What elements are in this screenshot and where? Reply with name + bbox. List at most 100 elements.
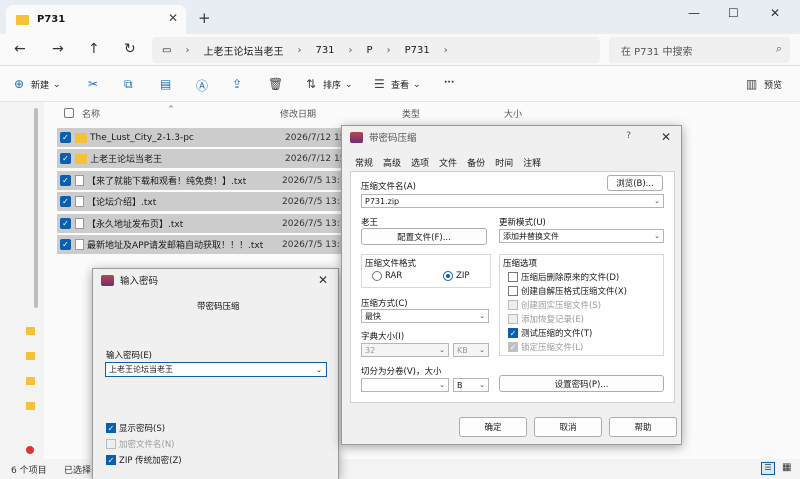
help-icon[interactable]: ?	[626, 131, 631, 141]
copy-icon[interactable]: ⧉	[124, 77, 133, 92]
forward-arrow-icon[interactable]: →	[52, 41, 64, 57]
zip-legacy-checkbox[interactable]: ✓ ZIP 传统加密(Z)	[106, 454, 182, 466]
chevron-down-icon[interactable]: ⌄	[654, 232, 660, 240]
close-tab-icon[interactable]: ✕	[168, 11, 178, 25]
file-name: The_Lust_City_2-1.3-pc	[90, 132, 194, 143]
update-mode-label: 更新模式(U)	[499, 218, 546, 228]
view-button[interactable]: 查看 ⌄	[391, 78, 421, 92]
chevron-down-icon[interactable]: ⌄	[479, 346, 485, 354]
table-row[interactable]: ✓ 上老王论坛当老王 2026/7/12 15	[57, 149, 347, 168]
archive-name-input[interactable]: P731.zip ⌄	[361, 194, 664, 208]
address-bar[interactable]: ▭ › 上老王论坛当老王 › 731 › P › P731 ›	[152, 37, 600, 63]
new-button[interactable]: 新建 ⌄	[31, 78, 61, 92]
profiles-button[interactable]: 配置文件(F)...	[361, 228, 487, 245]
browse-button[interactable]: 浏览(B)...	[607, 175, 663, 191]
chevron-down-icon[interactable]: ⌄	[316, 366, 322, 374]
tab-general[interactable]: 常规	[350, 156, 378, 169]
tab-advanced[interactable]: 高级	[378, 156, 406, 169]
format-rar-radio[interactable]: RAR	[372, 271, 402, 281]
tab-time[interactable]: 时间	[490, 156, 518, 169]
table-row[interactable]: ✓ 【永久地址发布页】.txt 2026/7/5 13:1	[57, 214, 347, 233]
split-size-input[interactable]: ⌄	[361, 378, 449, 392]
breadcrumb-3[interactable]: P731	[405, 45, 430, 56]
option-delete-after[interactable]: 压缩后删除原来的文件(D)	[508, 271, 619, 283]
column-type[interactable]: 类型	[402, 102, 420, 124]
chevron-down-icon[interactable]: ⌄	[654, 197, 660, 205]
chevron-down-icon[interactable]: ⌄	[439, 346, 445, 354]
breadcrumb-1[interactable]: 731	[315, 45, 334, 56]
split-unit-select[interactable]: B ⌄	[453, 378, 489, 392]
new-icon: ⊕	[14, 77, 25, 91]
column-date[interactable]: 修改日期	[280, 102, 316, 124]
password-input[interactable]: 上老王论坛当老王 ⌄	[105, 362, 327, 377]
tab-p731[interactable]: P731 ✕	[6, 5, 186, 34]
table-row[interactable]: ✓ 最新地址及APP请发邮箱自动获取！！！.txt 2026/7/5 13:1	[57, 235, 347, 254]
paste-icon[interactable]: ▤	[160, 77, 171, 91]
breadcrumb-2[interactable]: P	[367, 45, 373, 56]
breadcrumb-0[interactable]: 上老王论坛当老王	[203, 43, 283, 58]
delete-icon[interactable]: 🗑	[268, 77, 283, 91]
tab-backup[interactable]: 备份	[462, 156, 490, 169]
tab-comment[interactable]: 注释	[518, 156, 546, 169]
close-icon[interactable]: ✕	[318, 273, 328, 287]
back-arrow-icon[interactable]: ←	[14, 41, 26, 57]
checkbox-checked[interactable]: ✓	[60, 218, 71, 229]
option-create-sfx[interactable]: 创建自解压格式压缩文件(X)	[508, 285, 627, 297]
archive-name-label: 压缩文件名(A)	[361, 182, 416, 192]
dictionary-select[interactable]: 32 ⌄	[361, 343, 449, 357]
table-row[interactable]: ✓ The_Lust_City_2-1.3-pc 2026/7/12 15	[57, 128, 347, 147]
tab-title: P731	[37, 14, 66, 25]
checkbox-checked[interactable]: ✓	[60, 132, 71, 143]
ok-button[interactable]: 确定	[459, 417, 527, 437]
checkbox-checked[interactable]: ✓	[60, 153, 71, 164]
tab-files[interactable]: 文件	[434, 156, 462, 169]
navigation-pane[interactable]	[0, 102, 44, 459]
chevron-down-icon[interactable]: ⌄	[439, 381, 445, 389]
encrypt-filenames-checkbox[interactable]: 加密文件名(N)	[106, 438, 175, 450]
close-window-icon[interactable]: ✕	[770, 6, 780, 20]
file-date: 2026/7/5 13:1	[282, 239, 346, 250]
option-lock-archive[interactable]: ✓ 锁定压缩文件(L)	[508, 341, 583, 353]
tiles-view-icon[interactable]: ▦	[782, 462, 791, 473]
rename-icon[interactable]: Ⓐ	[196, 77, 208, 94]
dialog-tabs: 常规 高级 选项 文件 备份 时间 注释	[350, 156, 546, 169]
chevron-down-icon[interactable]: ⌄	[479, 312, 485, 320]
preview-button[interactable]: 预览	[764, 78, 782, 91]
set-password-button[interactable]: 设置密码(P)...	[499, 375, 664, 392]
close-icon[interactable]: ✕	[661, 130, 671, 144]
table-row[interactable]: ✓ 【来了就能下载和观看！纯免费！】.txt 2026/7/5 13:1	[57, 171, 347, 190]
show-password-checkbox[interactable]: ✓ 显示密码(S)	[106, 422, 165, 434]
share-icon[interactable]: ⇪	[232, 77, 242, 91]
minimize-icon[interactable]: —	[688, 6, 700, 20]
checkbox-checked[interactable]: ✓	[60, 239, 71, 250]
selection-status: 已选择	[64, 465, 92, 476]
tab-options[interactable]: 选项	[406, 156, 434, 169]
drive-icon	[26, 446, 34, 454]
column-size[interactable]: 大小	[504, 102, 522, 124]
option-recovery-record[interactable]: 添加恢复记录(E)	[508, 313, 584, 325]
search-input[interactable]: 在 P731 中搜索 ⌕	[609, 37, 790, 63]
checkbox-checked[interactable]: ✓	[60, 196, 71, 207]
sort-button[interactable]: 排序 ⌄	[323, 78, 353, 92]
format-zip-radio[interactable]: ZIP	[443, 271, 469, 281]
cut-icon[interactable]: ✂	[88, 77, 98, 91]
chevron-down-icon[interactable]: ⌄	[479, 381, 485, 389]
details-view-icon[interactable]: ☰	[761, 462, 775, 475]
more-button[interactable]: ···	[444, 78, 454, 88]
dictionary-unit-select[interactable]: KB ⌄	[453, 343, 489, 357]
new-tab-button[interactable]: +	[198, 9, 211, 27]
up-arrow-icon[interactable]: ↑	[88, 41, 100, 57]
table-row[interactable]: ✓ 【论坛介绍】.txt 2026/7/5 13:1	[57, 192, 347, 211]
nav-scrollbar[interactable]	[34, 108, 38, 308]
checkbox-checked[interactable]: ✓	[60, 175, 71, 186]
method-select[interactable]: 最快 ⌄	[361, 309, 489, 323]
update-mode-select[interactable]: 添加并替换文件 ⌄	[499, 229, 664, 243]
option-test-files[interactable]: ✓ 测试压缩的文件(T)	[508, 327, 592, 339]
column-name[interactable]: 名称	[82, 102, 100, 124]
maximize-icon[interactable]: ☐	[728, 6, 739, 20]
select-all-checkbox[interactable]	[64, 102, 74, 124]
refresh-icon[interactable]: ↻	[124, 41, 136, 57]
cancel-button[interactable]: 取消	[534, 417, 602, 437]
option-solid[interactable]: 创建固实压缩文件(S)	[508, 299, 601, 311]
help-button[interactable]: 帮助	[609, 417, 677, 437]
